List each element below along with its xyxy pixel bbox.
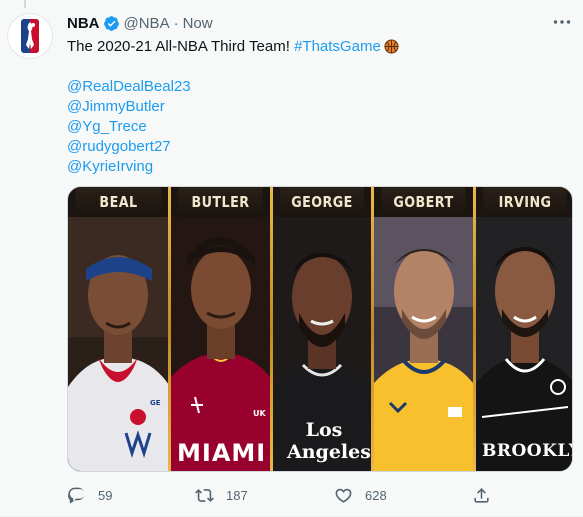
jersey-text-uk: UK: [253, 409, 266, 418]
like-button[interactable]: 628: [334, 482, 387, 508]
avatar[interactable]: [7, 13, 53, 59]
mention-line: @rudygobert27: [67, 137, 399, 157]
retweet-button[interactable]: 187: [195, 482, 248, 508]
tweet-media-image[interactable]: BEAL GE BUTLER UK MIAMI GEORGE Los Angel…: [67, 186, 573, 472]
tweet-intro-text: The 2020-21 All-NBA Third Team!: [67, 38, 295, 55]
player-name-irving: IRVING: [483, 187, 567, 217]
mention-link-irving[interactable]: @KyrieIrving: [67, 158, 153, 175]
author-handle[interactable]: @NBA: [124, 15, 170, 32]
player-column-butler: BUTLER UK MIAMI: [171, 187, 270, 471]
player-photo-butler: [171, 217, 270, 471]
jersey-text-miami: MIAMI: [177, 439, 267, 467]
basketball-hashflag-icon: [384, 39, 399, 60]
reply-icon: [68, 487, 85, 503]
player-column-beal: BEAL GE: [68, 187, 169, 471]
mention-line: @RealDealBeal23: [67, 77, 399, 97]
mention-line: @KyrieIrving: [67, 157, 399, 177]
heart-icon: [335, 488, 352, 503]
mention-link-george[interactable]: @Yg_Trece: [67, 118, 147, 135]
like-count: 628: [365, 487, 387, 503]
more-options-button[interactable]: [550, 13, 574, 31]
nba-logo-icon: [21, 19, 39, 53]
player-photo-irving: [476, 217, 572, 471]
tweet[interactable]: NBA @NBA · Now The 2020-21 All-NBA Third…: [0, 0, 583, 517]
tweet-text: The 2020-21 All-NBA Third Team! #ThatsGa…: [67, 37, 399, 177]
tweet-text-line: The 2020-21 All-NBA Third Team! #ThatsGa…: [67, 37, 399, 57]
mention-line: @Yg_Trece: [67, 117, 399, 137]
jersey-text-los-angeles: Los Angeles: [287, 419, 371, 463]
player-name-butler: BUTLER: [178, 187, 263, 217]
reply-button[interactable]: 59: [67, 482, 112, 508]
player-column-irving: IRVING BROOKLYN: [476, 187, 572, 471]
player-column-gobert: GOBERT: [374, 187, 473, 471]
separator: ·: [173, 14, 179, 32]
hashtag-link[interactable]: #ThatsGame: [294, 38, 381, 55]
player-name-gobert: GOBERT: [381, 187, 466, 217]
jersey-text-brooklyn: BROOKLYN: [482, 441, 572, 461]
jersey-text-ge: GE: [150, 399, 161, 407]
player-photo-gobert: [374, 217, 473, 471]
share-button[interactable]: [472, 482, 491, 508]
timestamp[interactable]: Now: [183, 15, 213, 32]
player-photo-beal: [68, 217, 169, 471]
tweet-actions: 59 187 628: [67, 482, 573, 508]
more-dots-icon: [553, 20, 571, 24]
author-name[interactable]: NBA: [67, 15, 100, 32]
mention-line: @JimmyButler: [67, 97, 399, 117]
mention-link-gobert[interactable]: @rudygobert27: [67, 138, 171, 155]
player-column-george: GEORGE Los Angeles: [273, 187, 371, 471]
retweet-icon: [195, 488, 214, 502]
mention-link-beal[interactable]: @RealDealBeal23: [67, 78, 191, 95]
verified-badge-icon: [103, 15, 120, 32]
tweet-header: NBA @NBA · Now: [67, 13, 213, 33]
thread-line: [24, 0, 26, 8]
player-name-george: GEORGE: [280, 187, 364, 217]
retweet-count: 187: [226, 487, 248, 503]
player-name-beal: BEAL: [75, 187, 162, 217]
reply-count: 59: [98, 487, 113, 503]
mention-link-butler[interactable]: @JimmyButler: [67, 98, 165, 115]
share-icon: [474, 487, 489, 503]
